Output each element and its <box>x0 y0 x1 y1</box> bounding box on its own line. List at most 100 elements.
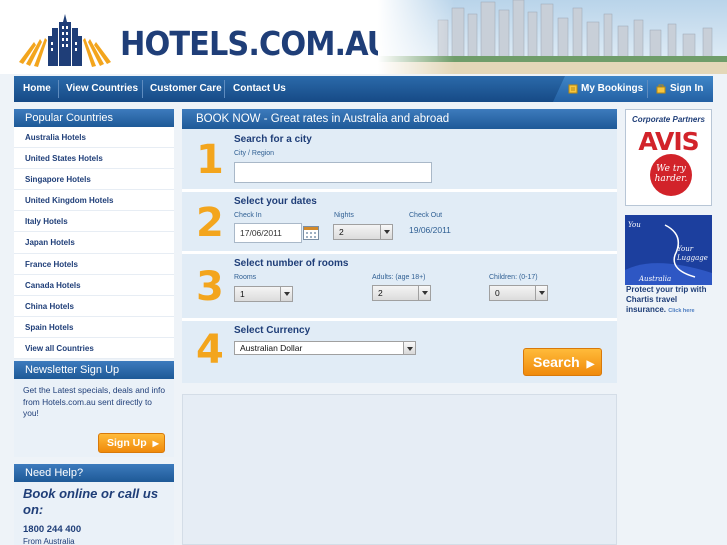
step-number: 4 <box>196 327 224 373</box>
content-placeholder <box>182 394 617 545</box>
country-link-australia[interactable]: Australia Hotels <box>14 127 174 149</box>
adults-value: 2 <box>378 288 383 298</box>
chartis-text-australia: Australia <box>639 275 672 283</box>
page: HOTELS.COM.AU Home View Countries Custom… <box>0 0 727 545</box>
country-link-france[interactable]: France Hotels <box>14 254 174 275</box>
help-phone-note: From Australia <box>23 537 75 545</box>
chartis-text-you: You <box>628 221 641 229</box>
chevron-down-icon <box>535 286 547 300</box>
chevron-down-icon <box>403 342 415 354</box>
chevron-down-icon <box>380 225 392 239</box>
corporate-partners-label: Corporate Partners <box>632 115 705 124</box>
step-title: Select your dates <box>234 196 317 207</box>
search-button[interactable]: Search ▶ <box>523 348 602 376</box>
country-link-canada[interactable]: Canada Hotels <box>14 275 174 296</box>
checkout-value: 19/06/2011 <box>409 225 451 235</box>
nights-select[interactable]: 2 <box>333 224 393 240</box>
arrow-right-icon: ▶ <box>152 439 159 448</box>
newsletter-signup-button[interactable]: Sign Up ▶ <box>98 433 165 453</box>
currency-value: Australian Dollar <box>240 343 303 353</box>
city-input[interactable] <box>234 162 432 183</box>
step-title: Select number of rooms <box>234 258 349 269</box>
beach-skyline-image <box>378 0 727 74</box>
children-select[interactable]: 0 <box>489 285 548 301</box>
checkin-label: Check In <box>234 212 262 219</box>
signup-label: Sign Up <box>107 437 147 449</box>
step-rooms: 3 Select number of rooms Rooms 1 Adults:… <box>182 254 617 321</box>
newsletter-box: Newsletter Sign Up Get the Latest specia… <box>14 361 174 457</box>
chartis-click-here-link[interactable]: Click here <box>668 308 694 314</box>
newsletter-heading: Newsletter Sign Up <box>14 361 174 379</box>
help-call-heading: Book online or call us on: <box>23 486 159 517</box>
step-dates: 2 Select your dates Check In 17/06/2011 … <box>182 192 617 254</box>
popular-countries-heading: Popular Countries <box>14 109 174 127</box>
search-label: Search <box>533 354 580 370</box>
step-title: Search for a city <box>234 134 312 145</box>
children-value: 0 <box>495 288 500 298</box>
calendar-icon[interactable] <box>303 224 319 240</box>
sidebar: Popular Countries Australia Hotels Unite… <box>14 109 174 545</box>
chartis-caption: Protect your trip with Chartis travel in… <box>626 285 716 316</box>
avis-ad[interactable]: Corporate Partners AVIS We try harder. <box>625 109 712 206</box>
help-heading: Need Help? <box>14 464 174 482</box>
checkout-label: Check Out <box>409 212 443 219</box>
nav-divider <box>58 80 59 98</box>
adults-label: Adults: (age 18+) <box>372 274 426 281</box>
bookings-icon <box>568 84 578 94</box>
step-number: 3 <box>196 264 224 310</box>
adults-select[interactable]: 2 <box>372 285 431 301</box>
country-link-united-states[interactable]: United States Hotels <box>14 148 174 170</box>
city-label: City / Region <box>234 150 275 157</box>
country-list: Australia Hotels United States Hotels Si… <box>14 127 174 360</box>
sign-in-icon <box>656 84 666 94</box>
help-body: Book online or call us on: 1800 244 400 … <box>14 482 174 545</box>
rooms-label: Rooms <box>234 274 257 281</box>
site-header: HOTELS.COM.AU <box>0 0 727 74</box>
country-link-italy[interactable]: Italy Hotels <box>14 211 174 233</box>
newsletter-text: Get the Latest specials, deals and info … <box>23 385 165 418</box>
site-logo-text[interactable]: HOTELS.COM.AU <box>120 24 391 63</box>
main-nav: Home View Countries Customer Care Contac… <box>14 76 713 102</box>
avis-tagline-badge: We try harder. <box>650 154 692 196</box>
country-link-united-kingdom[interactable]: United Kingdom Hotels <box>14 190 174 212</box>
nav-view-countries[interactable]: View Countries <box>66 76 138 102</box>
currency-select[interactable]: Australian Dollar <box>234 341 416 355</box>
account-nav: My Bookings Sign In <box>553 76 713 102</box>
chevron-down-icon <box>280 287 292 301</box>
booking-panel: BOOK NOW - Great rates in Australia and … <box>182 109 617 383</box>
nav-divider <box>142 80 143 98</box>
checkin-input[interactable]: 17/06/2011 <box>234 223 302 243</box>
step-number: 2 <box>196 200 224 246</box>
step-currency: 4 Select Currency Australian Dollar Sear… <box>182 321 617 383</box>
booking-heading: BOOK NOW - Great rates in Australia and … <box>182 109 617 129</box>
nav-customer-care[interactable]: Customer Care <box>150 76 222 102</box>
view-all-countries-link[interactable]: View all Countries <box>14 338 174 360</box>
country-link-china[interactable]: China Hotels <box>14 296 174 317</box>
avis-logo: AVIS <box>638 127 699 156</box>
country-link-japan[interactable]: Japan Hotels <box>14 232 174 254</box>
rooms-value: 1 <box>240 289 245 299</box>
help-box: Need Help? Book online or call us on: 18… <box>14 464 174 545</box>
chevron-down-icon <box>418 286 430 300</box>
hotel-logo-icon[interactable] <box>14 12 116 68</box>
chartis-text-luggage: Your Luggage <box>677 245 708 262</box>
help-phone-number[interactable]: 1800 244 400 <box>23 524 165 535</box>
country-link-spain[interactable]: Spain Hotels <box>14 317 174 338</box>
my-bookings-link[interactable]: My Bookings <box>581 76 643 102</box>
nav-home[interactable]: Home <box>23 76 51 102</box>
nights-value: 2 <box>339 227 344 237</box>
country-link-singapore[interactable]: Singapore Hotels <box>14 169 174 191</box>
step-number: 1 <box>196 137 224 183</box>
children-label: Children: (0-17) <box>489 274 538 281</box>
nights-label: Nights <box>334 212 354 219</box>
step-city: 1 Search for a city City / Region <box>182 129 617 192</box>
nav-contact-us[interactable]: Contact Us <box>233 76 286 102</box>
step-title: Select Currency <box>234 325 311 336</box>
rooms-select[interactable]: 1 <box>234 286 293 302</box>
chartis-ad[interactable]: You Your Luggage Australia Protect your … <box>625 215 712 315</box>
nav-divider <box>647 80 648 98</box>
sign-in-link[interactable]: Sign In <box>670 76 703 102</box>
newsletter-body: Get the Latest specials, deals and info … <box>14 379 174 457</box>
nav-divider <box>224 80 225 98</box>
arrow-right-icon: ▶ <box>586 359 595 370</box>
